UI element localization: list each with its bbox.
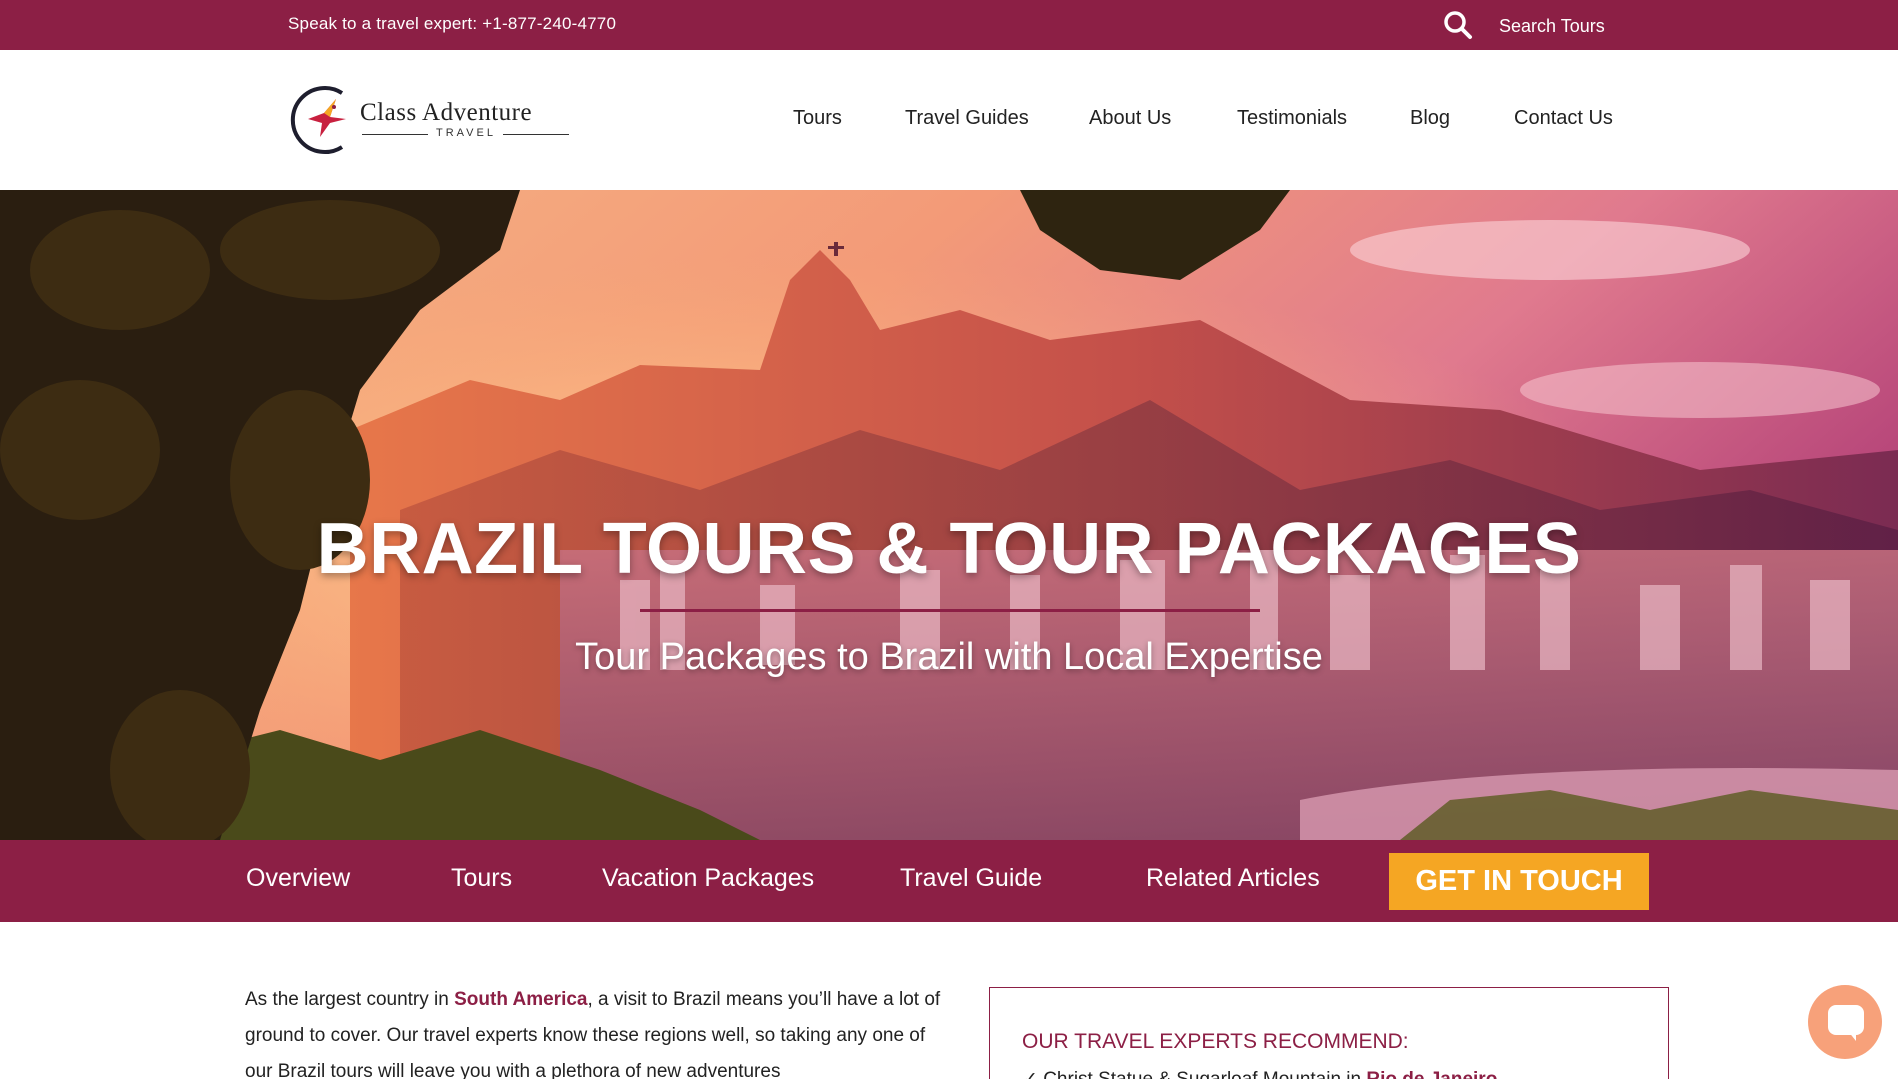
logo-emblem bbox=[290, 86, 346, 154]
search-icon[interactable] bbox=[1443, 10, 1473, 40]
title-divider bbox=[640, 609, 1260, 612]
nav-tours[interactable]: Tours bbox=[793, 107, 842, 130]
recommend-box: OUR TRAVEL EXPERTS RECOMMEND: ✓ Christ S… bbox=[989, 987, 1669, 1079]
chat-button[interactable] bbox=[1808, 985, 1882, 1059]
page-subtitle: Tour Packages to Brazil with Local Exper… bbox=[575, 636, 1323, 678]
logo-divider-left bbox=[362, 134, 428, 135]
recommend-item: ✓ Christ Statue & Sugarloaf Mountain in … bbox=[1022, 1068, 1497, 1079]
logo-divider-right bbox=[503, 134, 569, 135]
chat-icon bbox=[1828, 1005, 1864, 1035]
nav-travel-guides[interactable]: Travel Guides bbox=[905, 107, 1029, 130]
nav-contact-us[interactable]: Contact Us bbox=[1514, 107, 1613, 130]
section-tab-travel-guide[interactable]: Travel Guide bbox=[900, 864, 1042, 893]
page-title: BRAZIL TOURS & TOUR PACKAGES bbox=[316, 509, 1582, 589]
logo-name: Class Adventure bbox=[360, 99, 533, 126]
intro-text-start: As the largest country in bbox=[245, 989, 455, 1010]
section-tab-related-articles[interactable]: Related Articles bbox=[1146, 864, 1320, 893]
nav-about-us[interactable]: About Us bbox=[1089, 107, 1171, 130]
intro-paragraph: As the largest country in South America,… bbox=[245, 982, 945, 1079]
logo-tagline: TRAVEL bbox=[436, 127, 496, 139]
hero-banner: BRAZIL TOURS & TOUR PACKAGES Tour Packag… bbox=[0, 190, 1898, 840]
section-tab-tours[interactable]: Tours bbox=[451, 864, 512, 893]
chat-icon-tail bbox=[1848, 1031, 1856, 1041]
phone-contact[interactable]: Speak to a travel expert: +1-877-240-477… bbox=[288, 14, 616, 34]
recommend-item-text: ✓ Christ Statue & Sugarloaf Mountain in bbox=[1022, 1069, 1366, 1079]
nav-testimonials[interactable]: Testimonials bbox=[1237, 107, 1347, 130]
recommend-title: OUR TRAVEL EXPERTS RECOMMEND: bbox=[1022, 1030, 1409, 1053]
top-bar: Speak to a travel expert: +1-877-240-477… bbox=[0, 0, 1898, 50]
logo[interactable]: Class Adventure TRAVEL bbox=[290, 83, 580, 157]
site-header: Class Adventure TRAVEL Tours Travel Guid… bbox=[0, 50, 1898, 190]
south-america-link[interactable]: South America bbox=[454, 989, 587, 1010]
search-tours-link[interactable]: Search Tours bbox=[1499, 16, 1605, 37]
section-tab-overview[interactable]: Overview bbox=[246, 864, 350, 893]
section-nav: Overview Tours Vacation Packages Travel … bbox=[0, 840, 1898, 922]
get-in-touch-button[interactable]: GET IN TOUCH bbox=[1389, 853, 1649, 910]
nav-blog[interactable]: Blog bbox=[1410, 107, 1450, 130]
rio-de-janeiro-link[interactable]: Rio de Janeiro bbox=[1366, 1069, 1497, 1079]
section-tab-vacation-packages[interactable]: Vacation Packages bbox=[602, 864, 814, 893]
